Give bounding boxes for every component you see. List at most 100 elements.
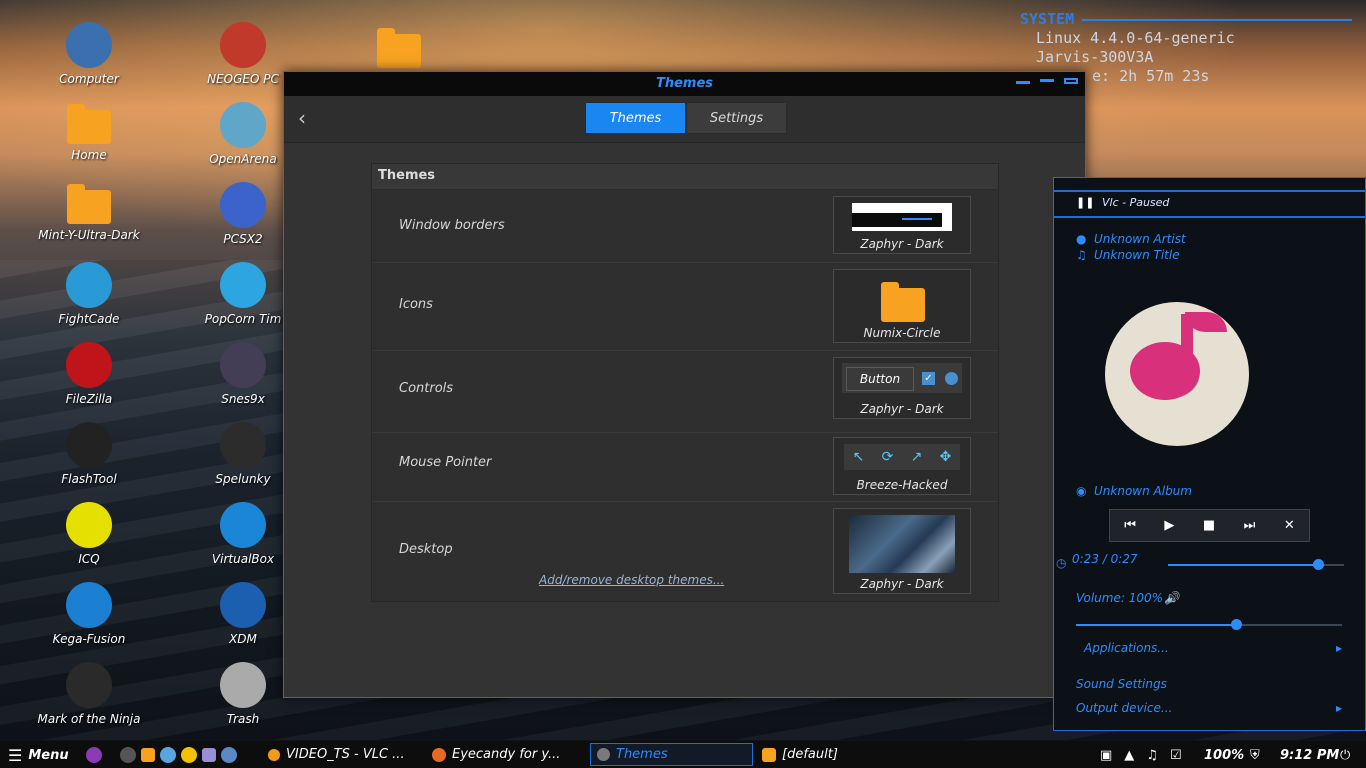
desktop-icon-trash[interactable]: Trash xyxy=(188,662,298,726)
desktop-icon-icq[interactable]: ICQ xyxy=(34,502,144,566)
desktop-icon-label: VirtualBox xyxy=(211,552,275,566)
desktop-icon-label: FightCade xyxy=(58,312,120,326)
minimize-button[interactable] xyxy=(1016,81,1030,84)
desktop-icon-xdm[interactable]: XDM xyxy=(188,582,298,646)
seek-knob[interactable] xyxy=(1312,559,1324,570)
stop-icon[interactable]: ■ xyxy=(1203,518,1215,533)
desktop-icon-mint-y-ultra-dark[interactable]: Mint-Y-Ultra-Dark xyxy=(34,182,144,242)
window-borders-picker[interactable]: Zaphyr - Dark xyxy=(833,196,971,254)
artist-icon: ● xyxy=(1076,232,1087,246)
desktop-icon-computer[interactable]: Computer xyxy=(34,22,144,86)
desktop-icon-openarena[interactable]: OpenArena xyxy=(188,102,298,166)
row-controls: Controls Button ✓ Zaphyr - Dark xyxy=(372,350,998,433)
taskbar: ☰ Menu VIDEO_TS - VLC ... Eyecandy for y… xyxy=(0,741,1366,768)
clock[interactable]: 9:12 PM xyxy=(1280,745,1339,765)
sound-settings-menu-item[interactable]: Sound Settings xyxy=(1076,677,1167,691)
window-border-preview xyxy=(852,203,952,231)
files-icon[interactable] xyxy=(141,748,155,762)
desktop-icon-flashtool[interactable]: FlashTool xyxy=(34,422,144,486)
seek-slider[interactable] xyxy=(1168,559,1344,570)
desktop-icon-label: Computer xyxy=(59,72,119,86)
conky-heading: SYSTEM xyxy=(1020,10,1352,29)
home-icon xyxy=(67,104,111,144)
task-label: VIDEO_TS - VLC ... xyxy=(286,747,405,762)
desktop-icon-spelunky[interactable]: Spelunky xyxy=(188,422,298,486)
terminal-launcher-icon[interactable] xyxy=(120,747,136,763)
openarena-icon xyxy=(220,102,266,148)
back-arrow-icon[interactable]: ‹ xyxy=(298,106,306,130)
row-icons: Icons Numix-Circle xyxy=(372,262,998,351)
music-note-icon: ♫ xyxy=(1076,248,1087,262)
desktop-icon-virtualbox[interactable]: VirtualBox xyxy=(188,502,298,566)
desktop-icon-label: Snes9x xyxy=(221,392,265,406)
task-firefox[interactable]: Eyecandy for y... xyxy=(426,743,584,766)
row-mouse-pointer: Mouse Pointer ↖ ⟳ ↗ ✥ Breeze-Hacked xyxy=(372,432,998,502)
row-label: Window borders xyxy=(399,218,505,233)
gamepad-icon[interactable]: ▣ xyxy=(1100,748,1112,763)
menu-label: Menu xyxy=(28,747,69,763)
desktop-icon-popcorn-tim[interactable]: PopCorn Tim xyxy=(188,262,298,326)
picker-value: Zaphyr - Dark xyxy=(860,237,944,251)
task-vlc[interactable]: VIDEO_TS - VLC ... xyxy=(262,743,417,766)
browser-icon[interactable] xyxy=(160,747,176,763)
desktop-icon-neogeo-pc[interactable]: NEOGEO PC xyxy=(188,22,298,86)
xdm-icon xyxy=(220,582,266,628)
desktop-icon-pcsx2[interactable]: PCSX2 xyxy=(188,182,298,246)
desktop-picker[interactable]: Zaphyr - Dark xyxy=(833,508,971,594)
desktop-preview-image xyxy=(849,515,955,573)
track-time: 0:23 / 0:27 xyxy=(1072,552,1138,566)
volume-knob[interactable] xyxy=(1230,619,1242,630)
media-icon[interactable] xyxy=(181,747,197,763)
applications-menu-item[interactable]: Applications... xyxy=(1084,641,1169,655)
neogeo-pc-icon xyxy=(220,22,266,68)
task-themes[interactable]: Themes xyxy=(590,743,753,766)
themes-window: Themes ‹ Themes Settings Themes Window b… xyxy=(283,71,1086,698)
desktop-icon-snes9x[interactable]: Snes9x xyxy=(188,342,298,406)
submenu-arrow-icon: ▸ xyxy=(1336,701,1343,715)
battery-level[interactable]: 100% xyxy=(1204,745,1244,765)
desktop-icon-fightcade[interactable]: FightCade xyxy=(34,262,144,326)
power-icon[interactable]: ⏻ xyxy=(1340,745,1350,765)
close-icon[interactable]: ✕ xyxy=(1284,518,1295,533)
clipboard-icon[interactable]: ☑ xyxy=(1170,748,1182,763)
task-folder[interactable]: [default] xyxy=(756,743,906,766)
wifi-icon[interactable]: ▲ xyxy=(1124,748,1134,763)
desktop-icon-mark-of-the-ninja[interactable]: Mark of the Ninja xyxy=(34,662,144,726)
settings-launcher-icon[interactable] xyxy=(221,747,237,763)
trash-icon xyxy=(220,662,266,708)
shield-icon[interactable]: ⛨ xyxy=(1250,745,1260,765)
checkbox-icon: ✓ xyxy=(922,372,935,385)
next-icon[interactable]: ⏭ xyxy=(1244,518,1256,533)
icons-picker[interactable]: Numix-Circle xyxy=(833,269,971,343)
maximize-button[interactable] xyxy=(1040,79,1054,82)
row-label: Mouse Pointer xyxy=(399,455,492,470)
desktop-folder[interactable] xyxy=(344,26,454,72)
desktop-icon-filezilla[interactable]: FileZilla xyxy=(34,342,144,406)
clock-icon: ◷ xyxy=(1056,556,1067,570)
terminal-icon[interactable] xyxy=(86,747,102,763)
tab-themes[interactable]: Themes xyxy=(585,102,686,134)
tab-settings[interactable]: Settings xyxy=(686,102,787,134)
desktop-icon-label: FileZilla xyxy=(65,392,113,406)
desktop-icon-home[interactable]: Home xyxy=(34,102,144,162)
play-icon[interactable]: ▶ xyxy=(1164,518,1174,533)
desktop-icon-kega-fusion[interactable]: Kega-Fusion xyxy=(34,582,144,646)
volume-slider[interactable] xyxy=(1076,619,1342,630)
previous-icon[interactable]: ⏮ xyxy=(1124,518,1136,533)
desktop-icon-label: Mark of the Ninja xyxy=(37,712,141,726)
mouse-pointer-picker[interactable]: ↖ ⟳ ↗ ✥ Breeze-Hacked xyxy=(833,437,971,495)
player-header: ❚❚ Vlc - Paused xyxy=(1054,190,1365,218)
row-desktop: Desktop Zaphyr - Dark Add/remove desktop… xyxy=(372,501,998,600)
editor-icon[interactable] xyxy=(202,748,216,762)
themes-panel: Themes Window borders Zaphyr - Dark Icon… xyxy=(371,163,999,602)
add-remove-desktop-themes-link[interactable]: Add/remove desktop themes... xyxy=(539,573,724,587)
menu-button[interactable]: ☰ Menu xyxy=(8,745,69,765)
filezilla-icon xyxy=(66,342,112,388)
titlebar[interactable]: Themes xyxy=(284,72,1085,96)
close-button[interactable] xyxy=(1064,78,1078,84)
controls-picker[interactable]: Button ✓ Zaphyr - Dark xyxy=(833,357,971,419)
fightcade-icon xyxy=(66,262,112,308)
sound-icon[interactable]: ♫ xyxy=(1146,748,1158,763)
output-device-menu-item[interactable]: Output device... xyxy=(1076,701,1172,715)
menu-icon: ☰ xyxy=(8,745,23,765)
